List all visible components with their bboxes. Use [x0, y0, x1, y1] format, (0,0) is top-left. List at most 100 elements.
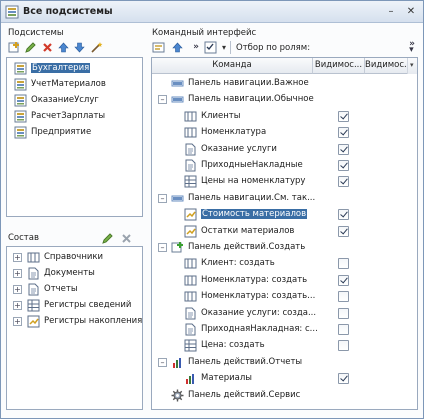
subsystem-item[interactable]: РасчетЗарплаты — [7, 109, 142, 125]
move-up-icon[interactable] — [56, 40, 70, 54]
command-row[interactable]: Номенклатура: создать... — [152, 289, 409, 305]
expand-icon[interactable]: + — [13, 253, 22, 262]
visibility-checkbox[interactable] — [338, 373, 349, 385]
subsystem-item[interactable]: Предприятие — [7, 125, 142, 141]
subsystem-item[interactable]: Бухгалтерия — [7, 61, 142, 77]
accumulation-register-icon — [27, 315, 40, 331]
add-icon[interactable] — [7, 40, 21, 54]
visibility-checkbox[interactable] — [338, 324, 349, 335]
subsystem-label: РасчетЗарплаты — [31, 111, 106, 121]
command-row[interactable]: Клиент: создать — [152, 256, 409, 272]
wand-icon[interactable] — [89, 40, 103, 54]
command-row[interactable]: – Панель навигации.Обычное — [152, 92, 409, 108]
expand-icon[interactable]: + — [13, 301, 22, 310]
toolbar-overflow-icon[interactable]: » ▾ — [405, 40, 419, 55]
command-row[interactable]: Цены на номенклатуру — [152, 174, 409, 190]
document-icon — [27, 267, 40, 283]
composition-item[interactable]: + Регистры накопления — [7, 314, 142, 331]
visibility-checkbox[interactable] — [338, 340, 349, 352]
collapse-icon[interactable]: – — [158, 95, 167, 105]
command-row[interactable]: – Панель действий.Создать — [152, 240, 409, 256]
visibility-checkbox[interactable] — [338, 127, 349, 139]
move-down-icon[interactable] — [72, 40, 86, 54]
command-options-icon[interactable] — [151, 40, 165, 54]
more-icon[interactable]: » — [189, 40, 203, 54]
register-icon — [184, 175, 197, 191]
dropdown-icon[interactable]: ▾ — [217, 40, 231, 54]
column-command[interactable]: Команда — [152, 58, 313, 74]
edit-composition-icon[interactable] — [100, 231, 114, 245]
subsystem-item[interactable]: ОказаниеУслуг — [7, 93, 142, 109]
command-row[interactable]: ПриходнаяНакладная: с... — [152, 322, 409, 338]
subsystems-tree: Бухгалтерия УчетМатериалов ОказаниеУслуг Ра… — [6, 57, 143, 217]
visibility-checkbox[interactable] — [338, 258, 349, 270]
create-icon — [171, 241, 184, 257]
close-button[interactable]: ✕ — [404, 6, 418, 19]
move-up-icon[interactable] — [170, 40, 184, 54]
composition-item[interactable]: + Регистры сведений — [7, 298, 142, 314]
visibility-checkbox[interactable] — [338, 225, 349, 237]
expand-icon[interactable]: + — [13, 317, 22, 326]
command-row[interactable]: Номенклатура — [152, 125, 409, 141]
commands-table: Команда Видимос... Видимос... ▾ Панель н… — [151, 57, 418, 410]
command-label: Клиенты — [201, 110, 241, 121]
visibility-checkbox[interactable] — [338, 160, 349, 171]
collapse-icon[interactable]: – — [158, 357, 167, 367]
command-row[interactable]: – Панель действий.Отчеты — [152, 355, 409, 371]
expand-icon[interactable]: + — [13, 269, 22, 278]
document-icon — [184, 307, 197, 323]
command-row[interactable]: Номенклатура: создать — [152, 273, 409, 289]
panel-group-icon — [171, 192, 184, 208]
catalog-icon — [184, 274, 197, 290]
catalog-icon — [184, 126, 197, 142]
command-row[interactable]: Панель действий.Сервис — [152, 388, 409, 404]
command-row[interactable]: ПриходныеНакладные — [152, 158, 409, 174]
subsystem-icon — [14, 78, 27, 94]
collapse-icon[interactable]: – — [158, 193, 167, 203]
minimize-button[interactable]: – — [384, 6, 398, 19]
command-row[interactable]: Материалы — [152, 371, 409, 387]
command-row[interactable]: Остатки материалов — [152, 224, 409, 240]
document-icon — [184, 159, 197, 175]
visibility-checkbox[interactable] — [338, 143, 349, 155]
composition-label: Состав — [8, 233, 39, 243]
visibility-checkbox[interactable] — [338, 176, 349, 188]
command-label: Цена: создать — [201, 340, 265, 351]
register-icon — [184, 339, 197, 355]
subsystem-label: УчетМатериалов — [31, 79, 106, 89]
title-bar: Все подсистемы – ✕ — [1, 1, 423, 23]
composition-label: Документы — [44, 268, 95, 278]
clear-composition-icon[interactable] — [119, 231, 133, 245]
command-row[interactable]: Оказание услуги: созда... — [152, 306, 409, 322]
panel-group-icon — [171, 93, 184, 109]
expand-icon[interactable]: + — [13, 285, 22, 294]
composition-item[interactable]: + Справочники — [7, 250, 142, 266]
column-dropdown-icon[interactable]: ▾ — [410, 61, 414, 69]
composition-item[interactable]: + Документы — [7, 266, 142, 283]
command-row[interactable]: – Панель навигации.См. так... — [152, 191, 409, 207]
filter-by-roles-label[interactable]: Отбор по ролям: — [236, 43, 310, 53]
visibility-checkbox[interactable] — [338, 274, 349, 286]
command-row[interactable]: Стоимость материалов — [152, 207, 409, 223]
column-visibility-2[interactable]: Видимос... — [365, 58, 409, 74]
checklist-icon[interactable] — [203, 40, 217, 54]
column-visibility-1[interactable]: Видимос... — [313, 58, 365, 74]
edit-icon[interactable] — [23, 40, 37, 54]
command-label: Оказание услуги: созда... — [201, 307, 317, 318]
command-row[interactable]: Панель навигации.Важное — [152, 76, 409, 92]
visibility-checkbox[interactable] — [338, 291, 349, 303]
composition-item[interactable]: + Отчеты — [7, 282, 142, 298]
visibility-checkbox[interactable] — [338, 307, 349, 319]
visibility-checkbox[interactable] — [338, 110, 349, 122]
command-row[interactable]: Цена: создать — [152, 338, 409, 354]
subsystem-icon — [14, 62, 27, 78]
subsystem-item[interactable]: УчетМатериалов — [7, 77, 142, 93]
composition-label: Отчеты — [44, 284, 78, 294]
command-row[interactable]: Клиенты — [152, 109, 409, 125]
subsystems-window: Все подсистемы – ✕ Подсистемы Бухгалтери… — [0, 0, 424, 419]
command-label: Панель действий.Создать — [188, 242, 306, 252]
command-row[interactable]: Оказание услуги — [152, 142, 409, 158]
visibility-checkbox[interactable] — [338, 209, 349, 221]
delete-icon[interactable] — [40, 40, 54, 54]
collapse-icon[interactable]: – — [158, 243, 167, 252]
